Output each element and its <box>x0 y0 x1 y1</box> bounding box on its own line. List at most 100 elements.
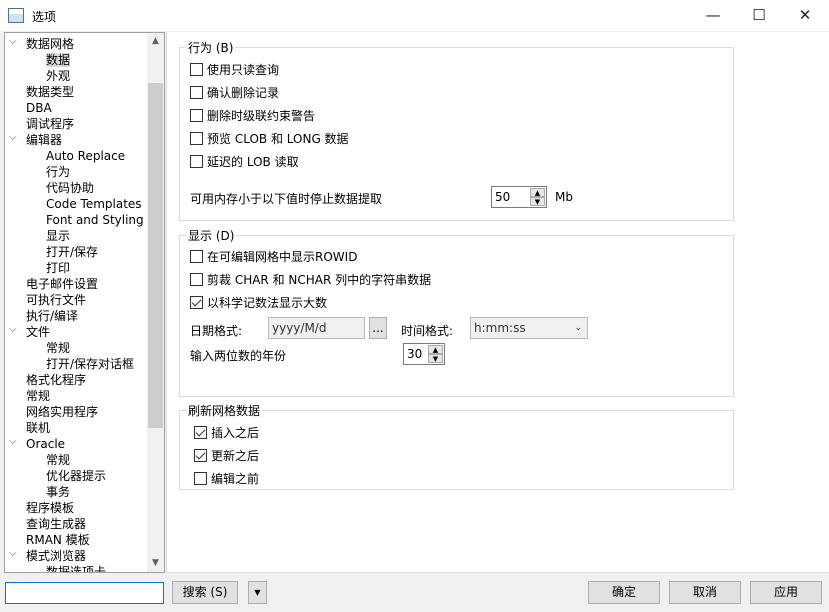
search-input[interactable] <box>5 582 164 604</box>
close-button[interactable]: ✕ <box>782 0 828 31</box>
tree-item[interactable]: 电子邮件设置 <box>26 276 98 292</box>
checkbox-option[interactable]: 插入之后 <box>194 425 259 441</box>
tree-item[interactable]: 常规 <box>46 340 70 356</box>
checkbox-checked-icon[interactable] <box>190 296 203 309</box>
tree-item[interactable]: 文件 <box>26 324 50 340</box>
tree-item[interactable]: 代码协助 <box>46 180 94 196</box>
spin-up-icon[interactable]: ▲ <box>428 345 443 354</box>
tree-item[interactable]: 事务 <box>46 484 70 500</box>
tree-item-label: RMAN 模板 <box>26 533 90 547</box>
spin-up-icon[interactable]: ▲ <box>530 188 545 197</box>
title-bar: 选项 — ☐ ✕ <box>0 0 829 31</box>
two-digit-year-stepper[interactable]: 30 ▲ ▼ <box>403 343 445 365</box>
search-options-dropdown[interactable]: ▼ <box>248 581 267 604</box>
checkbox-label: 预览 CLOB 和 LONG 数据 <box>207 132 349 146</box>
tree-item[interactable]: 执行/编译 <box>26 308 78 324</box>
chevron-expanded-icon[interactable]: ⌵ <box>9 36 17 47</box>
tree-item-label: 显示 <box>46 229 71 243</box>
tree-item[interactable]: 数据 <box>46 52 71 68</box>
refresh-group-title: 刷新网格数据 <box>186 402 263 419</box>
checkbox-icon[interactable] <box>194 472 207 485</box>
tree-item[interactable]: 联机 <box>26 420 50 436</box>
chevron-expanded-icon[interactable]: ⌵ <box>9 548 17 559</box>
cancel-button[interactable]: 取消 <box>669 581 741 604</box>
tree-item[interactable]: 外观 <box>46 68 70 84</box>
checkbox-icon[interactable] <box>190 132 203 145</box>
tree-item[interactable]: 数据选项卡 <box>46 564 106 572</box>
date-format-browse-button[interactable]: ... <box>369 317 387 339</box>
tree-item[interactable]: Font and Styling <box>46 212 144 228</box>
checkbox-label: 以科学记数法显示大数 <box>207 296 328 310</box>
tree-item-label: 数据类型 <box>26 85 75 99</box>
tree-item-label: 数据 <box>46 53 71 67</box>
chevron-expanded-icon[interactable]: ⌵ <box>9 324 17 335</box>
checkbox-option[interactable]: 删除时级联约束警告 <box>190 108 315 124</box>
tree-item[interactable]: DBA <box>26 100 52 116</box>
checkbox-icon[interactable] <box>190 250 203 263</box>
date-format-input[interactable]: yyyy/M/d <box>268 317 365 339</box>
scroll-up-icon[interactable]: ▲ <box>147 33 164 50</box>
scroll-down-icon[interactable]: ▼ <box>147 555 164 572</box>
checkbox-option[interactable]: 预览 CLOB 和 LONG 数据 <box>190 131 349 147</box>
checkbox-icon[interactable] <box>190 109 203 122</box>
maximize-button[interactable]: ☐ <box>736 0 782 31</box>
checkbox-option[interactable]: 更新之后 <box>194 448 259 464</box>
tree-item-label: 打印 <box>46 261 71 275</box>
tree-item[interactable]: 网络实用程序 <box>26 404 98 420</box>
tree-item[interactable]: 行为 <box>46 164 70 180</box>
checkbox-icon[interactable] <box>190 63 203 76</box>
checkbox-option[interactable]: 剪裁 CHAR 和 NCHAR 列中的字符串数据 <box>190 272 431 288</box>
tree-item[interactable]: 查询生成器 <box>26 516 86 532</box>
checkbox-option[interactable]: 使用只读查询 <box>190 62 279 78</box>
tree-item[interactable]: 程序模板 <box>26 500 74 516</box>
checkbox-checked-icon[interactable] <box>194 426 207 439</box>
checkbox-icon[interactable] <box>190 155 203 168</box>
apply-button[interactable]: 应用 <box>750 581 822 604</box>
checkbox-option[interactable]: 确认删除记录 <box>190 85 279 101</box>
tree-item-label: 联机 <box>26 421 51 435</box>
tree-item[interactable]: 可执行文件 <box>26 292 86 308</box>
checkbox-icon[interactable] <box>190 86 203 99</box>
tree-item-label: 格式化程序 <box>26 373 87 387</box>
tree-item[interactable]: Auto Replace <box>46 148 125 164</box>
checkbox-icon[interactable] <box>190 273 203 286</box>
tree-item[interactable]: 数据类型 <box>26 84 74 100</box>
tree-item-label: Code Templates <box>46 197 142 211</box>
tree-item[interactable]: 优化器提示 <box>46 468 106 484</box>
tree-item[interactable]: Code Templates <box>46 196 142 212</box>
chevron-expanded-icon[interactable]: ⌵ <box>9 436 17 447</box>
tree-item[interactable]: 显示 <box>46 228 70 244</box>
tree-item[interactable]: 模式浏览器 <box>26 548 86 564</box>
memory-stepper[interactable]: 50 ▲ ▼ <box>491 186 547 208</box>
tree-item[interactable]: 数据网格 <box>26 36 74 52</box>
checkbox-checked-icon[interactable] <box>194 449 207 462</box>
tree-item[interactable]: 常规 <box>26 388 50 404</box>
tree-item[interactable]: 打印 <box>46 260 70 276</box>
tree-item[interactable]: 调试程序 <box>26 116 74 132</box>
chevron-expanded-icon[interactable]: ⌵ <box>9 132 17 143</box>
tree-item[interactable]: 打开/保存 <box>46 244 98 260</box>
tree-item[interactable]: Oracle <box>26 436 65 452</box>
behavior-group-title: 行为 (B) <box>186 39 236 56</box>
checkbox-option[interactable]: 延迟的 LOB 读取 <box>190 154 299 170</box>
checkbox-option[interactable]: 编辑之前 <box>194 471 259 487</box>
minimize-button[interactable]: — <box>690 0 736 31</box>
spin-down-icon[interactable]: ▼ <box>530 197 545 206</box>
spin-down-icon[interactable]: ▼ <box>428 354 443 363</box>
ok-button[interactable]: 确定 <box>588 581 660 604</box>
settings-panel: 行为 (B) 使用只读查询 确认删除记录删除时级联约束警告预览 CLOB 和 LO… <box>166 32 829 573</box>
checkbox-option[interactable]: 在可编辑网格中显示ROWID <box>190 249 357 265</box>
options-tree[interactable]: ⌵ 数据网格 数据 外观 数据类型 DBA 调试程序 ⌵ 编辑器 Auto Replace 行为 代码… <box>4 32 165 573</box>
tree-item[interactable]: RMAN 模板 <box>26 532 90 548</box>
tree-item-label: Font and Styling <box>46 213 144 227</box>
checkbox-option[interactable]: 以科学记数法显示大数 <box>190 295 327 311</box>
tree-item[interactable]: 打开/保存对话框 <box>46 356 134 372</box>
tree-item[interactable]: 编辑器 <box>26 132 62 148</box>
search-button[interactable]: 搜索 (S) <box>172 581 238 604</box>
tree-scrollbar[interactable]: ▲ ▼ <box>147 33 164 572</box>
tree-item[interactable]: 格式化程序 <box>26 372 86 388</box>
tree-item-label: 常规 <box>46 453 71 467</box>
time-format-select[interactable]: h:mm:ss ⌄ <box>470 317 588 339</box>
scroll-thumb[interactable] <box>148 83 163 428</box>
tree-item[interactable]: 常规 <box>46 452 70 468</box>
